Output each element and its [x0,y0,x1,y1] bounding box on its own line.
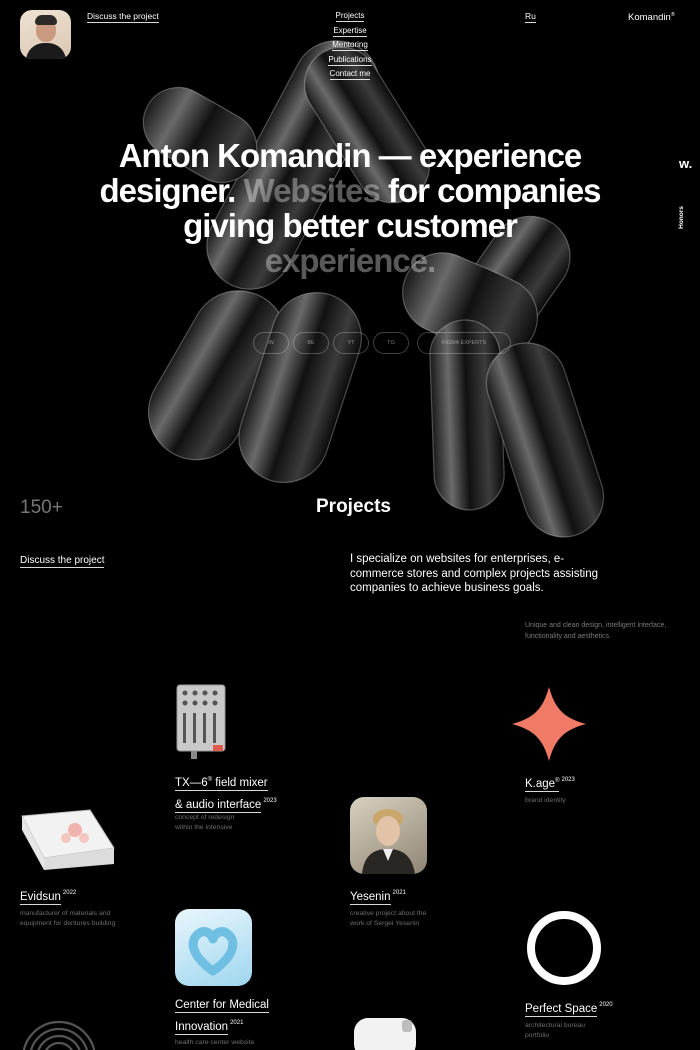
project-medical-title[interactable]: Center for Medical Innovation 2021 [175,996,269,1036]
social-pills: IN BE YT TG FIGMA EXPERTS [253,332,511,354]
kage-star-image[interactable] [508,683,590,765]
project-kage-title[interactable]: K.age® 2023 [525,771,575,793]
tx6-mixer-image[interactable] [175,683,227,761]
discuss-project-link[interactable]: Discuss the project [87,12,159,23]
brand-logo[interactable]: Komandin® [628,12,675,23]
intro-text: I specialize on websites for enterprises… [350,553,598,594]
heart-hands-icon [188,927,238,976]
medical-hands-image[interactable] [175,909,252,986]
projects-section-title: Projects [316,496,391,517]
hero-name: Anton Komandin [118,137,372,174]
intro-subtext: Unique and clean design, intelligent int… [525,622,667,640]
awwwards-badge[interactable]: w. [679,156,692,171]
tx6-title-b: field mixer [212,777,268,789]
nav-mentoring[interactable]: Mentoring [332,41,368,51]
perfect-space-title: Perfect Space [525,1003,598,1017]
evidsun-year: 2022 [62,890,77,896]
evidsun-desc-1: manufacturer of materials and [20,910,111,917]
avatar[interactable] [20,10,71,59]
perfect-space-ring-image[interactable] [525,909,603,987]
yesenin-year: 2021 [392,890,406,896]
hero-line4: experience. [264,242,437,279]
honors-tab[interactable]: Honors [676,206,696,232]
project-perfect-space-desc: architectural bureau portfolio [525,1021,585,1040]
kage-year: 2023 [561,777,575,783]
medical-title-2: Innovation [175,1021,229,1035]
hero-line3: giving better customer [183,207,518,244]
discuss-project-link-2[interactable]: Discuss the project [20,555,105,568]
projects-count: 150+ [20,497,63,518]
yesenin-desc-2: work of Sergei Yesenin [350,919,420,927]
yesenin-portrait-image[interactable] [350,797,427,874]
nav-contact[interactable]: Contact me [329,70,371,80]
project-evidsun-title[interactable]: Evidsun 2022 [20,884,76,906]
device-icon [354,1018,416,1050]
social-yt[interactable]: YT [333,332,369,354]
nav-publications[interactable]: Publications [328,55,372,66]
perfect-space-year: 2020 [599,1002,613,1008]
perfect-space-desc-1: architectural bureau [525,1022,586,1029]
project-tx6-title[interactable]: TX—6® field mixer & audio interface 2023 [175,771,277,814]
hero-line1-rest: — experience [370,137,583,174]
concentric-rings-image[interactable] [20,1016,98,1050]
social-be[interactable]: BE [293,332,329,354]
project-yesenin-title[interactable]: Yesenin 2021 [350,884,406,906]
hero-line2a: designer. [99,172,244,209]
hero-line2b: Websites [243,172,381,209]
social-tg[interactable]: TG [373,332,409,354]
tx6-desc-1: concept of redesign [175,814,235,821]
medical-title-1: Center for Medical [175,999,269,1013]
perfect-space-desc-2: portfolio [525,1031,550,1039]
project-perfect-space-title[interactable]: Perfect Space 2020 [525,996,613,1018]
language-switch[interactable]: Ru [525,12,536,23]
medical-year: 2021 [230,1020,244,1026]
project-yesenin-desc: creative project about the work of Serge… [350,909,426,928]
main-nav: Projects Expertise Mentoring Publication… [312,12,388,80]
hero-headline: Anton Komandin — experience designer. We… [90,138,610,278]
brand-name: Komandin [628,12,671,24]
tx6-desc-2: within the intensive [175,823,233,831]
tx6-title-a: TX—6 [175,777,208,789]
kage-title: K.age [525,778,556,790]
device-image[interactable] [350,1016,427,1050]
portrait-icon [362,809,415,874]
hero-line2c: for companies [379,172,602,209]
tx6-year: 2023 [263,798,277,804]
project-tx6-desc: concept of redesign within the intensive [175,813,234,832]
tx6-title-c: & audio interface [175,799,262,813]
evidsun-desc-2: equipment for dentures building [20,919,116,927]
evidsun-title: Evidsun [20,891,61,905]
nav-expertise[interactable]: Expertise [333,26,367,37]
nav-projects[interactable]: Projects [335,12,365,22]
brand-mark: ® [670,12,675,18]
social-in[interactable]: IN [253,332,289,354]
yesenin-title: Yesenin [350,891,391,905]
kage-mark: ® [555,778,560,784]
project-kage-desc: brand identity [525,797,566,804]
project-medical-desc: health care center website [175,1039,255,1046]
evidsun-box-image[interactable] [20,808,115,872]
yesenin-desc-1: creative project about the [350,910,427,917]
project-evidsun-desc: manufacturer of materials and equipment … [20,909,115,928]
hero-capsules-illustration [142,40,605,538]
figma-experts-link[interactable]: FIGMA EXPERTS [417,332,511,354]
honors-label: Honors [677,206,685,229]
